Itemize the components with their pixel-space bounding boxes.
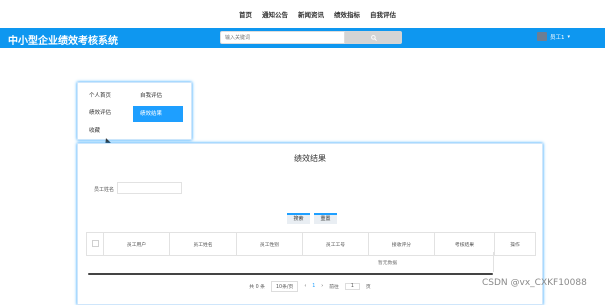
empty-state-text: 暂无数据 (378, 261, 398, 266)
side-tab-menu: 个人首页 自我评估 绩效评估 绩效结果 收藏 (77, 82, 192, 140)
employee-name-label: 员工姓名 (94, 187, 115, 193)
col-header: 操作 (494, 232, 536, 256)
next-page-icon[interactable]: › (321, 284, 323, 289)
page-size-select[interactable]: 10条/页 (270, 281, 299, 292)
select-all-checkbox[interactable] (91, 239, 99, 247)
current-page[interactable]: 1 (312, 284, 315, 289)
chevron-down-icon: ▾ (567, 33, 571, 40)
nav-indicators[interactable]: 绩效指标 (334, 9, 360, 19)
reset-button[interactable]: 重置 (314, 213, 337, 224)
pagination: 共 0 条 10条/页 ‹ 1 › 前往 1 页 (78, 281, 542, 292)
menu-item-results[interactable]: 绩效结果 (133, 106, 183, 122)
user-name: 员工1 (550, 34, 565, 41)
results-panel: 绩效结果 员工姓名 搜索 重置 员工用户 员工姓名 员工性别 员工工号 接收评分… (77, 143, 543, 305)
table-header-row: 员工用户 员工姓名 员工性别 员工工号 接收评分 考核结果 操作 (86, 232, 536, 256)
user-menu[interactable]: 员工1 ▾ (537, 32, 570, 41)
menu-item-self-assessment[interactable]: 自我评估 (133, 89, 184, 103)
total-count: 共 0 条 (249, 285, 265, 290)
top-nav: 首页 通知公告 新闻资讯 绩效指标 自我评估 (0, 0, 605, 28)
employee-name-input[interactable] (117, 182, 182, 194)
search-query-button[interactable]: 搜索 (287, 213, 310, 224)
search-button[interactable] (345, 31, 402, 44)
col-header: 员工姓名 (169, 232, 237, 256)
header-bar: 中小型企业绩效考核系统 员工1 ▾ (0, 28, 605, 48)
col-header: 员工性别 (236, 232, 303, 256)
goto-page-input[interactable]: 1 (344, 283, 360, 290)
goto-label: 前往 (329, 285, 339, 290)
page-suffix: 页 (365, 285, 371, 290)
results-table: 员工用户 员工姓名 员工性别 员工工号 接收评分 考核结果 操作 (86, 232, 536, 256)
avatar (537, 32, 547, 41)
horizontal-scrollbar[interactable] (88, 273, 493, 275)
nav-home[interactable]: 首页 (239, 9, 252, 19)
watermark: CSDN @vx_CXKF10088 (482, 278, 587, 288)
col-header: 考核结果 (434, 232, 495, 256)
top-nav-links: 首页 通知公告 新闻资讯 绩效指标 自我评估 (239, 9, 396, 19)
app-title: 中小型企业绩效考核系统 (8, 36, 118, 47)
menu-item-assessment[interactable]: 绩效评估 (82, 106, 133, 120)
nav-news[interactable]: 新闻资讯 (298, 9, 324, 19)
col-header: 员工用户 (103, 232, 170, 256)
menu-item-home[interactable]: 个人首页 (82, 89, 133, 103)
col-header: 接收评分 (368, 232, 435, 256)
col-header: 员工工号 (302, 232, 369, 256)
search-icon (370, 34, 377, 41)
search-input[interactable] (220, 31, 345, 44)
nav-notices[interactable]: 通知公告 (262, 9, 288, 19)
select-all-cell[interactable] (86, 232, 104, 256)
menu-item-favorites[interactable]: 收藏 (82, 124, 133, 138)
table-divider (493, 252, 494, 272)
page-title: 绩效结果 (294, 154, 326, 163)
nav-self-assessment[interactable]: 自我评估 (370, 9, 396, 19)
search-bar (220, 31, 402, 44)
prev-page-icon[interactable]: ‹ (304, 284, 306, 289)
